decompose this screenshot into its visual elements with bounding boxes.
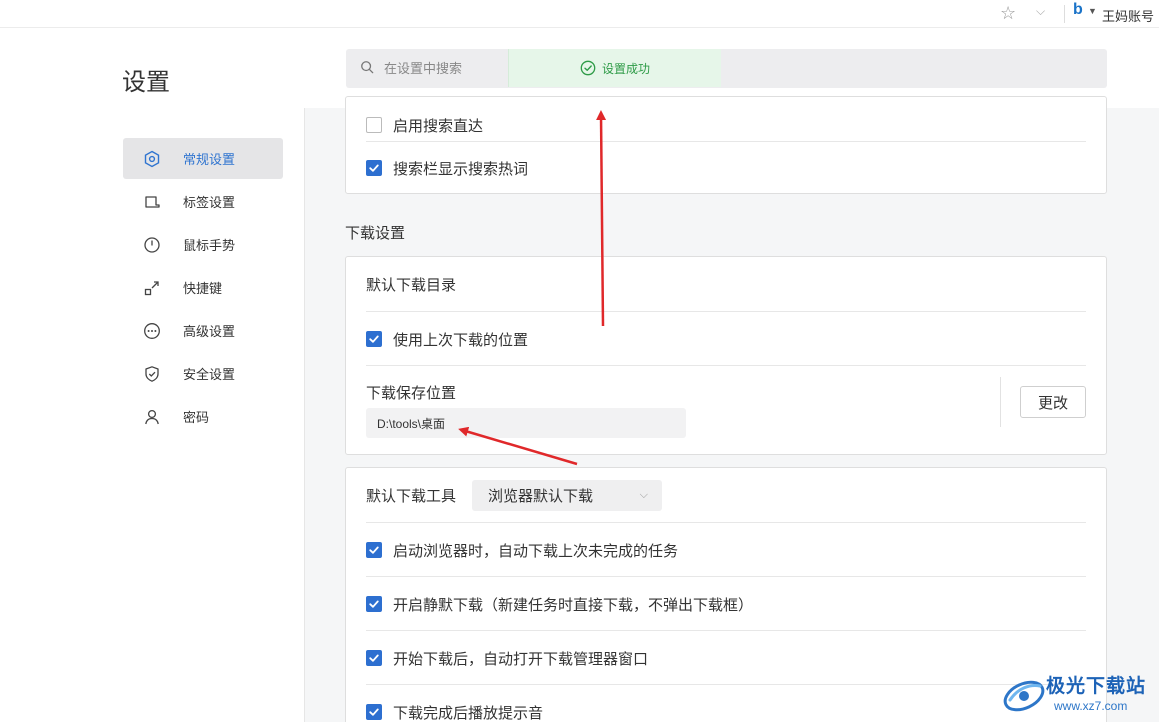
watermark-name: 极光下载站 [1046,676,1147,697]
sidebar-item-label: 安全设置 [183,367,236,382]
play-sound-checkbox[interactable] [366,704,382,720]
resume-tasks-label: 启动浏览器时，自动下载上次未完成的任务 [393,542,679,560]
search-direct-row[interactable]: 启用搜索直达 [366,107,1086,143]
save-location-row: 下载保存位置 [366,379,1086,405]
default-dir-label: 默认下载目录 [366,277,457,294]
divider [366,365,1086,366]
search-direct-label: 启用搜索直达 [393,117,484,135]
checkmark-icon [369,708,379,716]
silent-download-checkbox[interactable] [366,596,382,612]
sidebar-item-label: 标签设置 [183,195,236,210]
use-last-location-row[interactable]: 使用上次下载的位置 [366,312,1086,366]
change-path-button[interactable]: 更改 [1020,386,1086,418]
resume-tasks-checkbox[interactable] [366,542,382,558]
watermark-url: www.xz7.com [1054,699,1128,713]
bookmark-star-icon[interactable]: ☆ [1000,3,1016,24]
use-last-location-label: 使用上次下载的位置 [393,331,529,349]
search-direct-checkbox[interactable] [366,117,382,133]
toolbar-divider [1064,5,1065,23]
chevron-down-icon[interactable]: ⌵ [1036,4,1045,19]
sidebar-item-shortcuts[interactable]: 快捷键 [123,267,283,308]
check-circle-icon [580,60,596,76]
site-watermark: 极光下载站 www.xz7.com [1000,666,1159,722]
browser-toolbar: ☆ ⌵ b ▼ 王妈账号 [0,0,1159,28]
mouse-icon [142,235,162,255]
hexagon-settings-icon [142,149,162,169]
checkmark-icon [369,335,379,343]
open-manager-checkbox[interactable] [366,650,382,666]
chevron-down-icon: ⌵ [639,488,649,501]
sidebar-item-tabs[interactable]: 标签设置 [123,181,283,222]
checkmark-icon [369,654,379,662]
save-location-label: 下载保存位置 [366,384,457,402]
silent-download-label: 开启静默下载（新建任务时直接下载，不弹出下载框） [393,596,754,614]
play-sound-row[interactable]: 下载完成后播放提示音 [366,685,1086,722]
sidebar-item-general[interactable]: 常规设置 [123,138,283,179]
tab-icon [142,192,162,212]
default-tool-label: 默认下载工具 [366,487,457,505]
checkmark-icon [369,546,379,554]
user-icon [142,407,162,427]
default-dir-row: 默认下载目录 [366,257,1086,312]
search-icon [361,61,374,74]
sidebar-item-label: 快捷键 [183,281,223,296]
silent-download-row[interactable]: 开启静默下载（新建任务时直接下载，不弹出下载框） [366,577,1086,631]
search-hot-words-checkbox[interactable] [366,160,382,176]
default-tool-select[interactable]: 浏览器默认下载 ⌵ [472,479,663,511]
sidebar-item-mouse-gesture[interactable]: 鼠标手势 [123,224,283,265]
play-sound-label: 下载完成后播放提示音 [393,704,544,722]
page-title: 设置 [122,69,170,96]
search-hot-words-row[interactable]: 搜索栏显示搜索热词 [366,142,1086,194]
open-manager-row[interactable]: 开始下载后，自动打开下载管理器窗口 [366,631,1086,685]
settings-main: 启用搜索直达 搜索栏显示搜索热词 下载设置 默认下载目录 使用上次下载的位置 下… [306,96,1159,722]
settings-search-input[interactable] [384,49,504,88]
search-options-card: 启用搜索直达 搜索栏显示搜索热词 [345,96,1107,194]
bing-icon[interactable]: b [1073,1,1083,19]
more-dots-icon [142,321,162,341]
checkmark-icon [369,600,379,608]
aurora-logo-icon [1003,680,1045,712]
sidebar-item-label: 常规设置 [183,152,236,167]
save-path-field[interactable]: D:\tools\桌面 [366,408,686,438]
default-tool-row: 默认下载工具 浏览器默认下载 ⌵ [366,468,1086,522]
toast-text: 设置成功 [601,61,650,76]
shortcut-arrow-icon [142,278,162,298]
shield-icon [142,364,162,384]
account-label[interactable]: 王妈账号 [1102,6,1154,25]
resume-tasks-row[interactable]: 启动浏览器时，自动下载上次未完成的任务 [366,523,1086,577]
sidebar-item-advanced[interactable]: 高级设置 [123,310,283,351]
open-manager-label: 开始下载后，自动打开下载管理器窗口 [393,650,649,668]
success-toast: 设置成功 [508,49,721,87]
sidebar-item-security[interactable]: 安全设置 [123,353,283,394]
settings-search-bar[interactable]: 设置成功 [346,49,1107,88]
download-section-title: 下载设置 [345,225,406,242]
checkmark-icon [369,164,379,172]
search-engine-caret-icon[interactable]: ▼ [1088,6,1097,16]
download-tool-card: 默认下载工具 浏览器默认下载 ⌵ 启动浏览器时，自动下载上次未完成的任务 开启静… [345,467,1107,722]
download-directory-card: 默认下载目录 使用上次下载的位置 下载保存位置 D:\tools\桌面 更改 [345,256,1107,455]
sidebar-item-label: 高级设置 [183,324,236,339]
sidebar-item-label: 鼠标手势 [183,238,236,253]
vertical-divider [1000,377,1001,427]
sidebar-item-label: 密码 [183,410,210,425]
sidebar-item-password[interactable]: 密码 [123,396,283,437]
default-tool-value: 浏览器默认下载 [488,487,594,505]
use-last-location-checkbox[interactable] [366,331,382,347]
settings-sidebar: 常规设置 标签设置 鼠标手势 快捷键 高级设置 安全设置 密码 [0,108,305,722]
search-hot-words-label: 搜索栏显示搜索热词 [393,160,529,178]
